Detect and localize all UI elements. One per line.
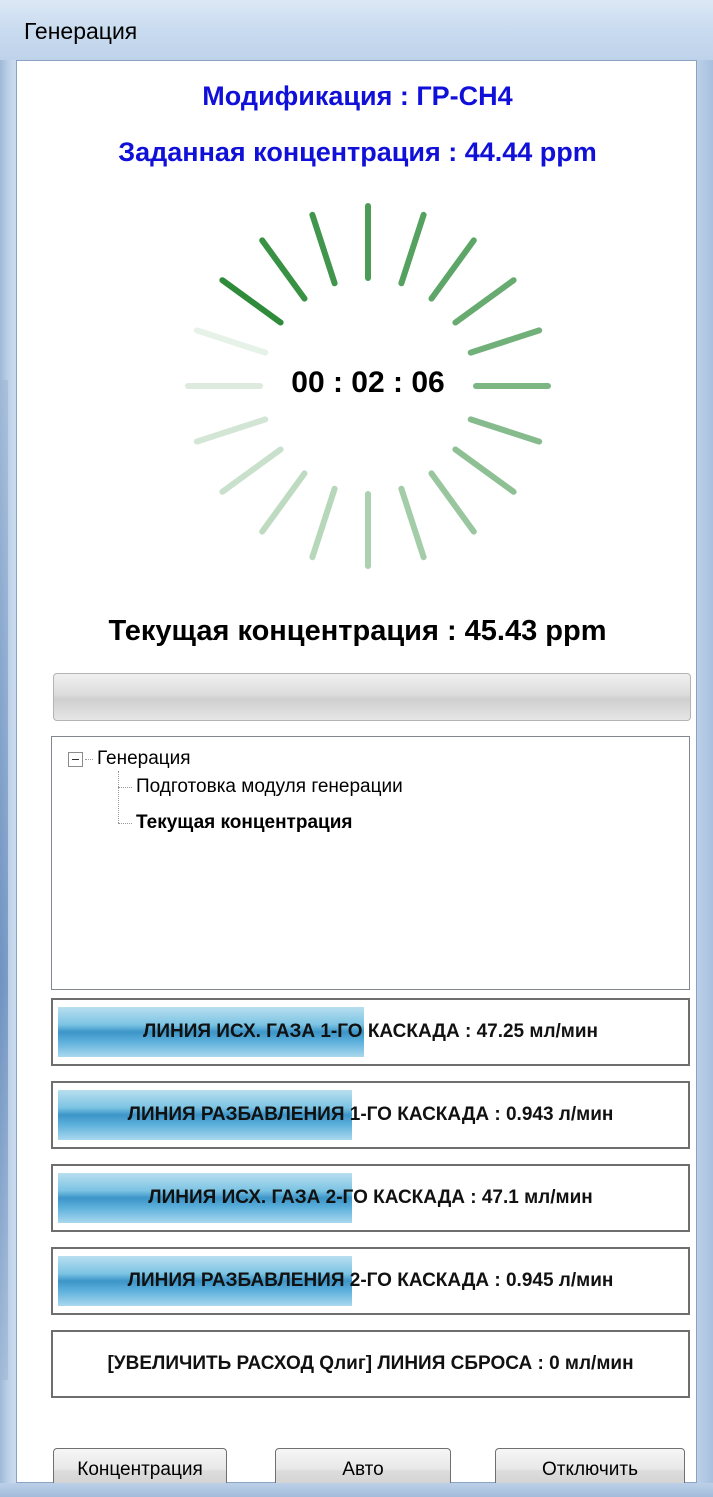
tree-node-label: Генерация xyxy=(97,748,191,769)
tree-node-label: Текущая концентрация xyxy=(136,812,353,833)
elapsed-timer: 00 : 02 : 06 xyxy=(291,366,445,399)
spinner-tick xyxy=(259,237,308,302)
line-label: ЛИНИЯ РАЗБАВЛЕНИЯ 1-ГО КАСКАДА : 0.943 л… xyxy=(127,1104,614,1125)
spinner-tick xyxy=(193,416,269,445)
generation-window: Генерация Модификация : ГР-СН4 Заданная … xyxy=(0,0,713,1497)
line-source-gas-cascade-2: ЛИНИЯ ИСХ. ГАЗА 2-ГО КАСКАДА : 47.1 мл/м… xyxy=(51,1164,690,1232)
line-source-gas-cascade-1: ЛИНИЯ ИСХ. ГАЗА 1-ГО КАСКАДА : 47.25 мл/… xyxy=(51,998,690,1066)
spinner-tick xyxy=(219,277,284,326)
window-frame-bottom xyxy=(0,1483,713,1497)
spinner-tick xyxy=(428,237,477,302)
spinner-tick xyxy=(467,416,543,445)
line-label: ЛИНИЯ ИСХ. ГАЗА 2-ГО КАСКАДА : 47.1 мл/м… xyxy=(148,1187,593,1208)
line-label: ЛИНИЯ РАЗБАВЛЕНИЯ 2-ГО КАСКАДА : 0.945 л… xyxy=(127,1270,614,1291)
process-tree[interactable]: Генерация Подготовка модуля генерации Те… xyxy=(51,736,690,990)
window-frame-accent xyxy=(0,380,8,1380)
current-concentration-label: Текущая концентрация : 45.43 ppm xyxy=(108,615,607,647)
window-title: Генерация xyxy=(24,18,138,44)
tree-connector xyxy=(85,758,93,760)
progress-bar xyxy=(53,673,691,721)
collapse-icon[interactable] xyxy=(68,751,83,767)
spinner-tick xyxy=(398,485,427,561)
title-bar[interactable]: Генерация xyxy=(0,0,713,60)
line-discharge: [УВЕЛИЧИТЬ РАСХОД Qлиг] ЛИНИЯ СБРОСА : 0… xyxy=(51,1330,690,1398)
spinner-tick xyxy=(219,446,284,495)
line-dilution-cascade-1: ЛИНИЯ РАЗБАВЛЕНИЯ 1-ГО КАСКАДА : 0.943 л… xyxy=(51,1081,690,1149)
modification-label: Модификация : ГР-СН4 xyxy=(202,81,513,111)
target-concentration-label: Заданная концентрация : 44.44 ppm xyxy=(118,137,597,167)
spinner-tick xyxy=(428,470,477,535)
tree-connector xyxy=(118,822,132,824)
client-area: Модификация : ГР-СН4 Заданная концентрац… xyxy=(16,60,697,1492)
tree-node-current-concentration[interactable]: Текущая концентрация xyxy=(118,811,353,835)
line-dilution-cascade-2: ЛИНИЯ РАЗБАВЛЕНИЯ 2-ГО КАСКАДА : 0.945 л… xyxy=(51,1247,690,1315)
tree-node-preparation[interactable]: Подготовка модуля генерации xyxy=(118,775,403,799)
line-label: [УВЕЛИЧИТЬ РАСХОД Qлиг] ЛИНИЯ СБРОСА : 0… xyxy=(107,1353,634,1374)
spinner-tick xyxy=(452,446,517,495)
spinner-tick xyxy=(309,211,338,287)
tree-node-label: Подготовка модуля генерации xyxy=(136,776,403,797)
spinner-tick xyxy=(452,277,517,326)
line-label: ЛИНИЯ ИСХ. ГАЗА 1-ГО КАСКАДА : 47.25 мл/… xyxy=(142,1021,599,1042)
spinner-tick xyxy=(467,327,543,356)
spinner-tick xyxy=(259,470,308,535)
window-frame-right xyxy=(697,0,713,1497)
spinner-tick xyxy=(309,485,338,561)
spinner-tick xyxy=(193,327,269,356)
spinner-tick xyxy=(398,211,427,287)
tree-node-root[interactable]: Генерация xyxy=(68,747,191,771)
tree-connector xyxy=(118,786,132,788)
